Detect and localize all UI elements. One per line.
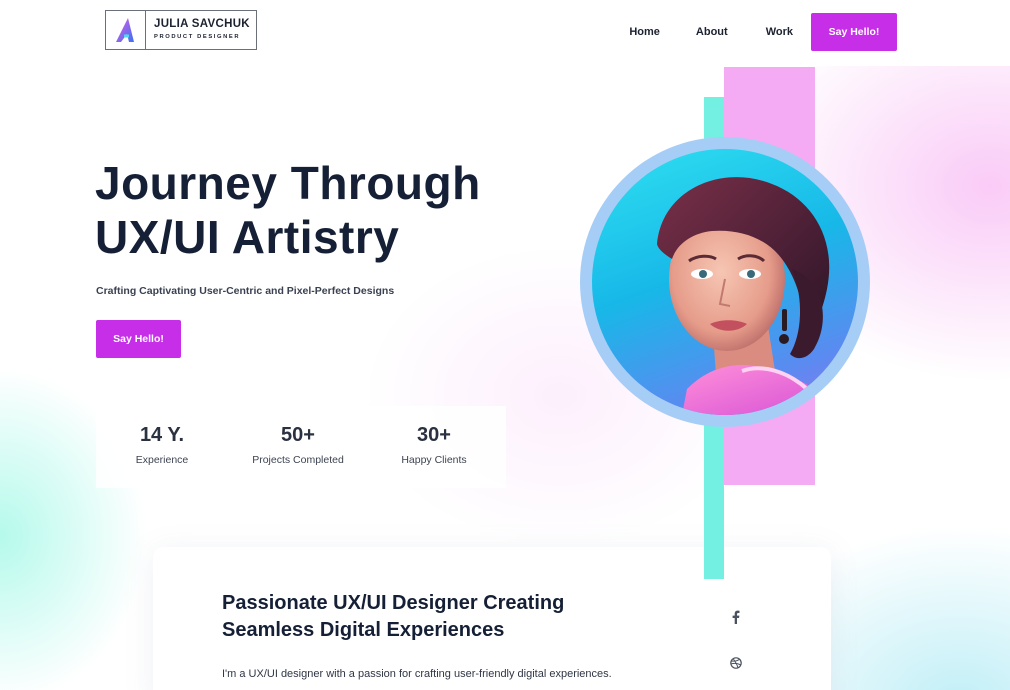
about-text: I'm a UX/UI designer with a passion for … xyxy=(222,668,612,680)
brand-role: PRODUCT DESIGNER xyxy=(154,34,241,40)
hero-title-line-2: UX/UI Artistry xyxy=(95,211,400,263)
portrait-frame xyxy=(580,137,870,427)
site-header: JULIA SAVCHUK PRODUCT DESIGNER Home Abou… xyxy=(0,0,1010,66)
stat-label: Experience xyxy=(135,454,189,466)
stat-projects: 50+ Projects Completed xyxy=(242,423,354,466)
about-title: Passionate UX/UI Designer Creating Seaml… xyxy=(222,590,642,644)
hero-say-hello-button[interactable]: Say Hello! xyxy=(96,320,181,358)
stat-label: Projects Completed xyxy=(252,454,344,466)
nav-about-link[interactable]: About xyxy=(696,13,728,51)
stat-label: Happy Clients xyxy=(401,454,467,466)
portrait-image xyxy=(592,149,858,415)
hero-subtitle: Crafting Captivating User-Centric and Pi… xyxy=(96,285,395,297)
stat-value: 50+ xyxy=(281,424,315,446)
stat-value: 30+ xyxy=(417,424,451,446)
stat-experience: 14 Y. Experience xyxy=(126,423,198,466)
stat-value: 14 Y. xyxy=(139,424,185,446)
brand-text: JULIA SAVCHUK PRODUCT DESIGNER xyxy=(146,11,250,49)
stat-clients: 30+ Happy Clients xyxy=(392,423,476,466)
hero-title: Journey Through UX/UI Artistry xyxy=(95,156,555,264)
about-title-line-1: Passionate UX/UI Designer Creating xyxy=(222,592,565,614)
nav-work-link[interactable]: Work xyxy=(766,13,793,51)
dribbble-icon[interactable] xyxy=(729,656,743,670)
facebook-icon[interactable] xyxy=(729,610,743,624)
brand-logo[interactable]: JULIA SAVCHUK PRODUCT DESIGNER xyxy=(105,10,257,50)
about-title-line-2: Seamless Digital Experiences xyxy=(222,619,505,641)
header-say-hello-button[interactable]: Say Hello! xyxy=(811,13,897,51)
hero-title-line-1: Journey Through xyxy=(95,157,481,209)
letter-a-logo-icon xyxy=(106,11,146,49)
about-card: Passionate UX/UI Designer Creating Seaml… xyxy=(153,547,831,690)
brand-name: JULIA SAVCHUK xyxy=(154,18,250,30)
nav-home-link[interactable]: Home xyxy=(629,13,660,51)
main-nav: Home About Work Say Hello! xyxy=(629,13,897,51)
stats-panel: 14 Y. Experience 50+ Projects Completed … xyxy=(96,406,506,488)
